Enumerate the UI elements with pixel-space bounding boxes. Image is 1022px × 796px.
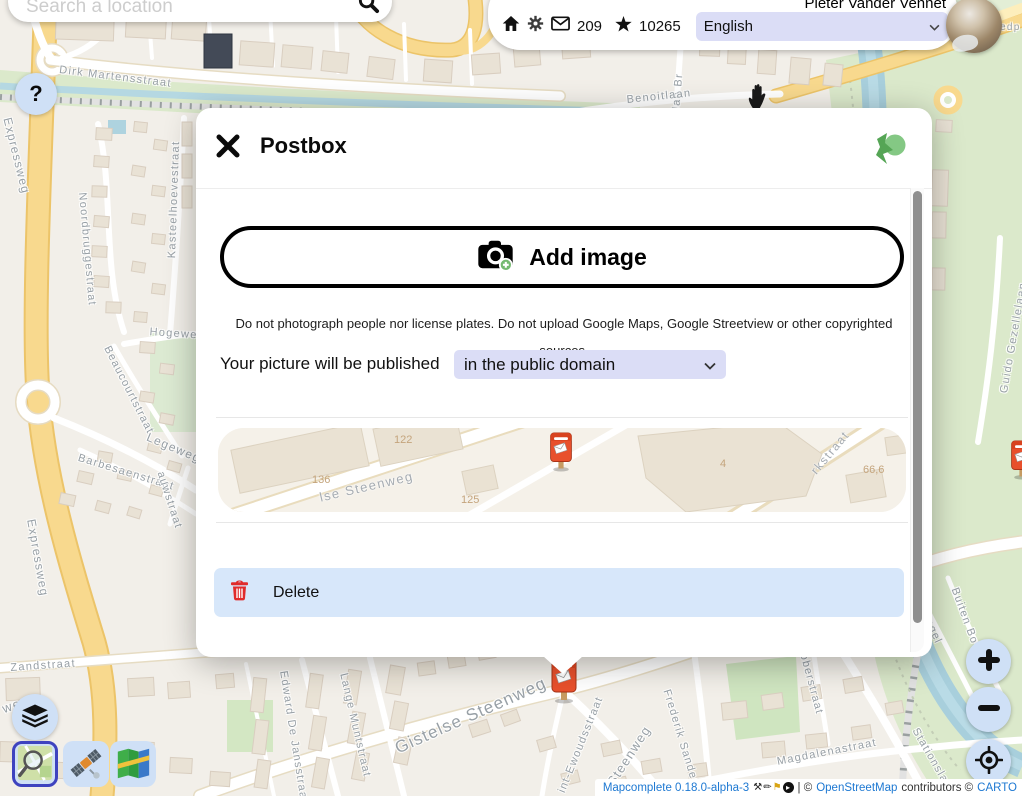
house-number: 66,6 xyxy=(863,464,884,476)
osm-map-search-icon xyxy=(16,744,54,785)
plus-icon xyxy=(977,648,1001,675)
user-name: Pieter Vander Vennet xyxy=(805,0,947,12)
house-number: 122 xyxy=(394,434,412,446)
settings-gear-icon[interactable] xyxy=(527,15,544,37)
chevron-down-icon xyxy=(704,355,716,375)
attribution-separator: | © xyxy=(798,782,813,794)
layers-button[interactable] xyxy=(12,694,58,740)
minus-icon xyxy=(977,696,1001,723)
mapcomplete-app: Dirk MartensstraatJan BrBenoitlaanExpres… xyxy=(0,0,1022,796)
language-select[interactable]: English xyxy=(696,12,948,41)
star-icon xyxy=(615,16,632,37)
close-icon[interactable] xyxy=(214,132,244,162)
inbox-count: 209 xyxy=(577,18,602,35)
house-number: 125 xyxy=(461,494,479,506)
attribution-bar: Mapcomplete 0.18.0-alpha-3 ⚒✏⚑▸ | © Open… xyxy=(595,779,1022,796)
satellite-icon xyxy=(67,744,105,785)
language-value: English xyxy=(704,18,753,35)
add-image-button[interactable]: Add image xyxy=(220,226,904,288)
background-map-button[interactable] xyxy=(110,741,156,787)
folded-map-icon xyxy=(114,744,152,785)
attribution-icons: ⚒✏⚑▸ xyxy=(753,782,793,793)
postbox-marker-partial[interactable] xyxy=(1009,440,1022,485)
divider xyxy=(216,522,908,523)
attribution-icon: ▸ xyxy=(783,782,794,793)
postbox-dialog: Postbox Add image Do not photograph peop… xyxy=(196,108,932,657)
background-osm-button[interactable] xyxy=(12,741,58,787)
publish-label: Your picture will be published xyxy=(220,354,440,374)
delete-button[interactable]: Delete xyxy=(214,568,904,617)
layers-icon xyxy=(21,703,49,732)
house-number: 136 xyxy=(312,474,330,486)
delete-label: Delete xyxy=(273,584,319,602)
postbox-marker-mini xyxy=(548,432,574,477)
carto-link[interactable]: CARTO xyxy=(977,782,1017,794)
search-icon[interactable] xyxy=(357,0,380,19)
chevron-down-icon xyxy=(929,18,940,35)
messages-envelope-icon[interactable] xyxy=(551,16,570,36)
dialog-scrollbar[interactable] xyxy=(910,188,924,652)
trash-icon xyxy=(230,579,249,606)
geolocate-button[interactable] xyxy=(966,739,1011,784)
changeset-count: 10265 xyxy=(639,18,681,35)
attribution-icon: ⚑ xyxy=(773,783,782,793)
search-input[interactable] xyxy=(24,0,357,20)
mapcomplete-logo-icon xyxy=(870,130,908,171)
divider xyxy=(216,417,908,418)
dialog-title: Postbox xyxy=(260,133,347,159)
search-bar xyxy=(8,0,392,22)
dialog-pointer xyxy=(543,656,583,674)
geolocate-crosshair-icon xyxy=(975,746,1003,777)
header-divider xyxy=(196,188,932,189)
zoom-out-button[interactable] xyxy=(966,687,1011,732)
osm-link[interactable]: OpenStreetMap xyxy=(816,782,897,794)
add-image-label: Add image xyxy=(529,244,647,271)
mapcomplete-version-link[interactable]: Mapcomplete 0.18.0-alpha-3 xyxy=(603,782,749,794)
license-value: in the public domain xyxy=(464,355,615,375)
home-icon[interactable] xyxy=(502,15,520,37)
help-button[interactable]: ? xyxy=(15,73,57,115)
contributors-text: contributors © xyxy=(901,782,973,794)
attribution-icon: ✏ xyxy=(763,783,771,793)
feature-minimap[interactable]: lse Steenwegrkstraat 122136125466,6 xyxy=(218,428,906,512)
scrollbar-thumb[interactable] xyxy=(913,191,922,623)
zoom-in-button[interactable] xyxy=(966,639,1011,684)
house-number: 4 xyxy=(720,458,726,470)
license-select[interactable]: in the public domain xyxy=(454,350,726,379)
background-satellite-button[interactable] xyxy=(63,741,109,787)
camera-plus-icon xyxy=(477,238,514,277)
attribution-icon: ⚒ xyxy=(753,783,762,793)
